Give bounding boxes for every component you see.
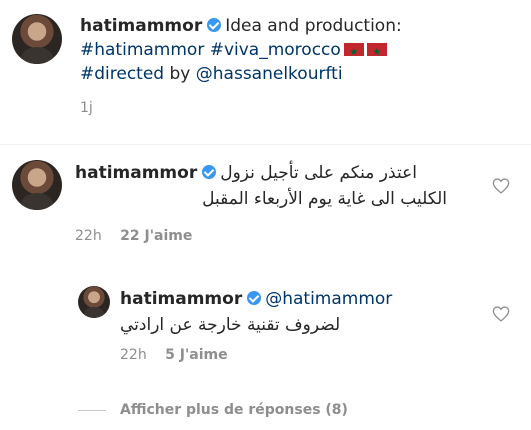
reply-text-body: لضروف تقنية خارجة عن ارادتي bbox=[120, 315, 341, 335]
morocco-flag-icon bbox=[343, 41, 364, 65]
hashtag-link[interactable]: #hatimammor bbox=[80, 40, 204, 60]
caption-line-1: hatimammor Idea and production: bbox=[80, 14, 520, 38]
view-more-replies[interactable]: Afficher plus de réponses (8) bbox=[78, 401, 348, 419]
reply-text: hatimammor @hatimammor لضروف تقنية خارجة … bbox=[120, 286, 460, 338]
reply-timestamp[interactable]: 22h bbox=[120, 347, 147, 363]
heart-icon[interactable] bbox=[492, 178, 510, 194]
reply-author-username[interactable]: hatimammor bbox=[120, 289, 242, 309]
commenter-username[interactable]: hatimammor bbox=[75, 163, 197, 183]
reply-meta: 22h 5 J'aime bbox=[120, 347, 228, 363]
commenter-avatar[interactable] bbox=[12, 160, 62, 210]
verified-badge-icon bbox=[202, 165, 217, 179]
heart-icon[interactable] bbox=[492, 306, 510, 322]
view-more-replies-label[interactable]: Afficher plus de réponses (8) bbox=[120, 402, 348, 418]
comment-line-1: hatimammor اعتذر منكم على تأجيل نزول bbox=[75, 160, 465, 186]
comment-text-line-2: الكليب الى غاية يوم الأربعاء المقبل bbox=[202, 189, 447, 209]
morocco-flag-icon bbox=[366, 41, 387, 65]
caption-line-2: #hatimammor #viva_morocco bbox=[80, 38, 520, 65]
reply-like-count[interactable]: 5 J'aime bbox=[165, 347, 227, 363]
caption-line-3: #directed by @hassanelkourfti bbox=[80, 62, 520, 86]
reply-author-avatar[interactable] bbox=[78, 286, 110, 318]
caption-by: by bbox=[169, 64, 191, 84]
reply-line-1: hatimammor @hatimammor bbox=[120, 286, 460, 312]
comment-meta: 22h 22 J'aime bbox=[75, 228, 192, 244]
verified-badge-icon bbox=[207, 18, 222, 32]
comment-timestamp[interactable]: 22h bbox=[75, 228, 102, 244]
caption-intro: Idea and production: bbox=[225, 16, 402, 36]
comment-line-2: الكليب الى غاية يوم الأربعاء المقبل bbox=[75, 186, 465, 212]
reply-line-2: لضروف تقنية خارجة عن ارادتي bbox=[120, 312, 460, 338]
hashtag-link[interactable]: #viva_morocco bbox=[210, 40, 341, 60]
replies-divider-line bbox=[78, 409, 106, 411]
comment-like-count[interactable]: 22 J'aime bbox=[120, 228, 192, 244]
divider bbox=[0, 144, 531, 145]
post-timestamp[interactable]: 1j bbox=[80, 100, 93, 116]
comment-text-line-1: اعتذر منكم على تأجيل نزول bbox=[220, 163, 417, 183]
comment-text: hatimammor اعتذر منكم على تأجيل نزول الكل… bbox=[75, 160, 465, 212]
post-author-username[interactable]: hatimammor bbox=[80, 16, 202, 36]
caption-text: hatimammor Idea and production: #hatimamm… bbox=[80, 14, 520, 86]
verified-badge-icon bbox=[247, 291, 262, 305]
reply-mention-link[interactable]: @hatimammor bbox=[265, 289, 392, 309]
mention-link[interactable]: @hassanelkourfti bbox=[196, 64, 343, 84]
hashtag-link[interactable]: #directed bbox=[80, 64, 164, 84]
post-author-avatar[interactable] bbox=[12, 14, 62, 64]
